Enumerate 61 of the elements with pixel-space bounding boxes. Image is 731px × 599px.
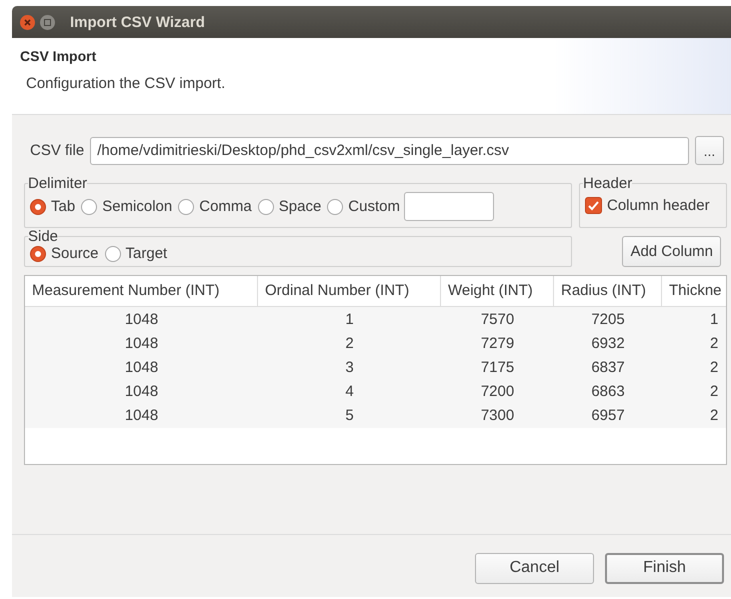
radio-button[interactable] (30, 198, 46, 214)
table-cell: 5 (345, 407, 354, 424)
radio-label[interactable]: Comma (199, 198, 252, 215)
table-cell: 1048 (124, 359, 158, 376)
close-icon[interactable] (20, 14, 35, 30)
add-column-button[interactable]: Add Column (622, 236, 721, 267)
column-header[interactable]: Weight (INT) (441, 276, 554, 306)
table-cell: 6932 (591, 335, 625, 352)
file-path-field[interactable]: /home/vdimitrieski/Desktop/phd_csv2xml/csv_single_layer.csv (90, 136, 689, 164)
radio-label[interactable]: Tab (51, 198, 76, 215)
page-title: CSV Import (20, 48, 98, 64)
column-header[interactable]: Measurement Number (INT) (25, 276, 258, 306)
table-cell: 1048 (124, 407, 158, 424)
table-cell: 7175 (480, 359, 514, 376)
radio-label[interactable]: Source (51, 245, 99, 262)
table-cell: 1 (345, 311, 354, 328)
maximize-icon[interactable] (40, 14, 55, 30)
radio-button[interactable] (327, 198, 344, 214)
group-label: Side (28, 228, 58, 245)
group-label: Header (583, 175, 632, 192)
radio-button[interactable] (178, 198, 194, 214)
custom-delimiter-field[interactable] (404, 192, 494, 221)
table-cell: 3 (345, 359, 354, 376)
table-cell: 1048 (124, 335, 158, 352)
table-cell: 1048 (124, 311, 158, 328)
group-label: Delimiter (28, 175, 88, 192)
radio-button[interactable] (104, 246, 121, 262)
radio-label[interactable]: Custom (348, 198, 400, 215)
table-cell: 6863 (591, 383, 625, 400)
table-cell: 6957 (591, 407, 625, 424)
table-cell: 7200 (480, 383, 514, 400)
table-cell: 1 (710, 311, 718, 328)
table-cell: 2 (710, 407, 718, 424)
browse-button[interactable]: ... (695, 136, 724, 165)
table-cell: 1048 (124, 383, 158, 400)
checkbox[interactable] (585, 197, 602, 214)
table-cell: 4 (345, 383, 354, 400)
table-cell: 2 (710, 335, 718, 352)
checkbox-label[interactable]: Column header (607, 197, 710, 214)
table-cell: 7300 (480, 407, 514, 424)
field-label: CSV file (30, 142, 84, 159)
radio-button[interactable] (30, 246, 46, 262)
table-cell: 7570 (480, 311, 514, 328)
radio-label[interactable]: Space (278, 198, 322, 215)
table-cell: 2 (345, 335, 354, 352)
radio-button[interactable] (81, 198, 98, 214)
column-header[interactable]: Ordinal Number (INT) (258, 276, 441, 306)
table-cell: 2 (710, 383, 718, 400)
table-cell: 7279 (480, 335, 514, 352)
window-title: Import CSV Wizard (70, 14, 205, 30)
radio-button[interactable] (258, 198, 274, 214)
column-header[interactable]: Thickne (662, 276, 726, 306)
page-description: Configuration the CSV import. (26, 75, 226, 92)
column-header[interactable]: Radius (INT) (554, 276, 662, 306)
radio-label[interactable]: Semicolon (102, 198, 172, 215)
cancel-button[interactable]: Cancel (475, 552, 594, 584)
radio-label[interactable]: Target (126, 245, 168, 262)
table-cell: 7205 (591, 311, 625, 328)
table-cell: 2 (710, 359, 718, 376)
table-cell: 6837 (591, 359, 625, 376)
finish-button[interactable]: Finish (605, 552, 724, 584)
